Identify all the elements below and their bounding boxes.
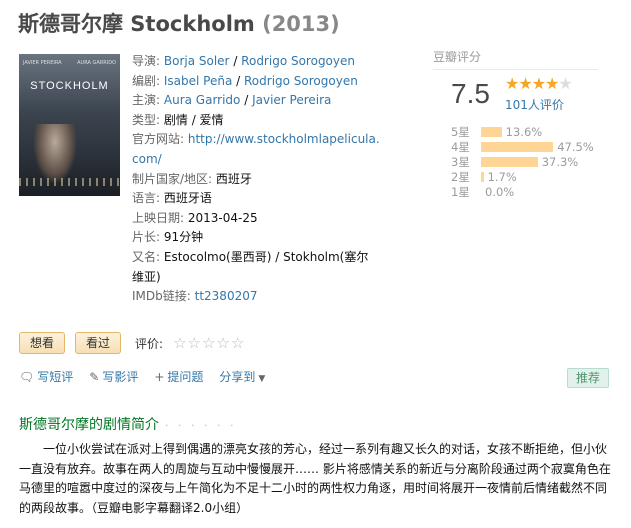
review-tool[interactable]: ✎ 写影评	[89, 368, 138, 385]
share-link[interactable]: 分享到	[219, 370, 255, 384]
short-review-tool[interactable]: 🗨 写短评	[19, 368, 73, 385]
rating-row-percent: 1.7%	[487, 169, 517, 184]
genre-label: 类型:	[132, 112, 161, 127]
imdb-row: IMDb链接: tt2380207	[132, 287, 380, 307]
short-review-link[interactable]: 写短评	[37, 370, 73, 384]
rating-score: 7.5	[451, 78, 490, 109]
aka-row: 又名: Estocolmo(墨西哥) / Stokholm(塞尔维亚)	[132, 248, 380, 287]
writer-link-1[interactable]: Isabel Peña	[164, 74, 232, 88]
rating-row-percent: 0.0%	[485, 184, 515, 199]
runtime-row: 片长: 91分钟	[132, 228, 380, 248]
rating-row: 1星 0.0%	[451, 184, 594, 199]
runtime-label: 片长:	[132, 230, 161, 245]
poster-actor-right: AURA GARRIDO	[77, 60, 116, 66]
recommend-button[interactable]: 推荐	[567, 368, 610, 388]
release-row: 上映日期: 2013-04-25	[132, 209, 380, 229]
rating-row-label: 5星	[451, 124, 470, 139]
rating-row-bar	[481, 126, 502, 137]
question-tool[interactable]: + 提问题	[154, 368, 203, 385]
director-link-1[interactable]: Borja Soler	[164, 54, 230, 68]
cast-link-1[interactable]: Aura Garrido	[164, 93, 241, 107]
release-value: 2013-04-25	[187, 210, 258, 225]
cast-link-2[interactable]: Javier Pereira	[252, 93, 331, 107]
star-icon: ★	[531, 74, 546, 93]
movie-year: (2013)	[262, 12, 340, 36]
imdb-label: IMDb链接:	[132, 289, 191, 304]
rating-title: 豆瓣评分	[433, 48, 598, 70]
synopsis-text: 一位小伙尝试在派对上得到偶遇的漂亮女孩的芳心，经过一系列有趣又长久的对话，女孩不…	[19, 442, 611, 515]
rating-row-percent: 47.5%	[557, 139, 594, 154]
rating-row-bar	[481, 171, 484, 182]
rating-row-percent: 37.3%	[541, 154, 579, 169]
cast-label: 主演:	[132, 93, 161, 108]
rating-stars: ★★★★★	[505, 74, 573, 93]
poster-actor-left: JAVIER PEREIRA	[23, 60, 62, 66]
poster-credits: JAVIER PEREIRA AURA GARRIDO	[23, 60, 116, 66]
country-row: 制片国家/地区: 西班牙	[132, 170, 380, 190]
action-bar: 想看 看过 评价: ☆☆☆☆☆	[19, 332, 245, 354]
writer-row: 编剧: Isabel Peña / Rodrigo Sorogoyen	[132, 73, 358, 88]
cast-row: 主演: Aura Garrido / Javier Pereira	[132, 93, 332, 108]
synopsis-title: 斯德哥尔摩的剧情简介	[19, 417, 159, 433]
rating-row-bar	[481, 156, 538, 167]
rating-votes-link[interactable]: 101人评价	[505, 96, 564, 113]
review-link[interactable]: 写影评	[102, 370, 138, 384]
pencil-icon: ✎	[89, 370, 100, 384]
country-value: 西班牙	[215, 171, 252, 186]
website-label: 官方网站:	[132, 132, 185, 147]
poster-title: STOCKHOLM	[30, 80, 109, 92]
aka-value: Estocolmo(墨西哥) / Stokholm(塞尔维亚)	[132, 249, 369, 284]
star-empty-icon: ★	[558, 74, 572, 93]
star-icon: ★	[545, 74, 559, 93]
rate-stars-input[interactable]: ☆☆☆☆☆	[173, 334, 245, 352]
language-value: 西班牙语	[163, 191, 212, 206]
genre-row: 类型: 剧情 / 爱情	[132, 111, 380, 131]
question-link[interactable]: 提问题	[167, 370, 203, 384]
rating-row-label: 1星	[451, 184, 470, 199]
runtime-value: 91分钟	[163, 230, 204, 245]
rating-row-label: 3星	[451, 154, 470, 169]
writer-label: 编剧:	[132, 73, 161, 88]
rating-panel: 豆瓣评分 7.5 ★★★★★ 101人评价 5星 13.6% 4星 47.5% 3星 37…	[433, 48, 603, 199]
website-row: 官方网站: http://www.stockholmlapelicula.com…	[132, 130, 380, 169]
speech-bubble-icon: 🗨	[19, 370, 35, 384]
share-tool[interactable]: 分享到 ▼	[219, 368, 268, 385]
genre-value: 剧情 / 爱情	[163, 112, 224, 127]
rating-row: 4星 47.5%	[451, 139, 594, 154]
synopsis-heading: 斯德哥尔摩的剧情简介 · · · · · ·	[19, 414, 236, 434]
release-label: 上映日期:	[132, 210, 185, 225]
poster-city-lights	[19, 178, 120, 186]
movie-info: 导演: Borja Soler / Rodrigo Sorogoyen 编剧: …	[132, 52, 380, 307]
director-link-2[interactable]: Rodrigo Sorogoyen	[241, 54, 355, 68]
movie-name: 斯德哥尔摩 Stockholm	[18, 12, 255, 36]
rating-row-label: 4星	[451, 139, 470, 154]
star-icon: ★	[518, 74, 532, 93]
language-row: 语言: 西班牙语	[132, 189, 380, 209]
imdb-link[interactable]: tt2380207	[195, 289, 258, 303]
plus-icon: +	[154, 370, 165, 384]
director-row: 导演: Borja Soler / Rodrigo Sorogoyen	[132, 54, 355, 68]
rating-row: 2星 1.7%	[451, 169, 594, 184]
country-label: 制片国家/地区:	[132, 171, 213, 186]
movie-title: 斯德哥尔摩 Stockholm (2013)	[18, 8, 340, 38]
rating-row-label: 2星	[451, 169, 470, 184]
tools-bar: 🗨 写短评 ✎ 写影评 + 提问题 分享到 ▼	[19, 368, 268, 385]
aka-label: 又名:	[132, 249, 161, 264]
want-button[interactable]: 想看	[19, 332, 66, 354]
rating-row-percent: 13.6%	[505, 124, 543, 139]
chevron-down-icon: ▼	[258, 374, 266, 384]
star-icon: ★	[505, 74, 519, 93]
rating-distribution: 5星 13.6% 4星 47.5% 3星 37.3% 2星 1.7% 1星 0.0%	[451, 124, 594, 199]
writer-link-2[interactable]: Rodrigo Sorogoyen	[244, 74, 358, 88]
director-label: 导演:	[132, 54, 161, 68]
language-label: 语言:	[132, 191, 161, 206]
movie-poster[interactable]: JAVIER PEREIRA AURA GARRIDO STOCKHOLM	[19, 54, 120, 196]
synopsis-dots: · · · · · ·	[165, 419, 237, 432]
rating-row-bar	[481, 141, 554, 152]
rate-label: 评价:	[135, 336, 164, 351]
poster-figure	[33, 124, 77, 184]
seen-button[interactable]: 看过	[75, 332, 122, 354]
rating-row: 3星 37.3%	[451, 154, 594, 169]
rating-row: 5星 13.6%	[451, 124, 594, 139]
